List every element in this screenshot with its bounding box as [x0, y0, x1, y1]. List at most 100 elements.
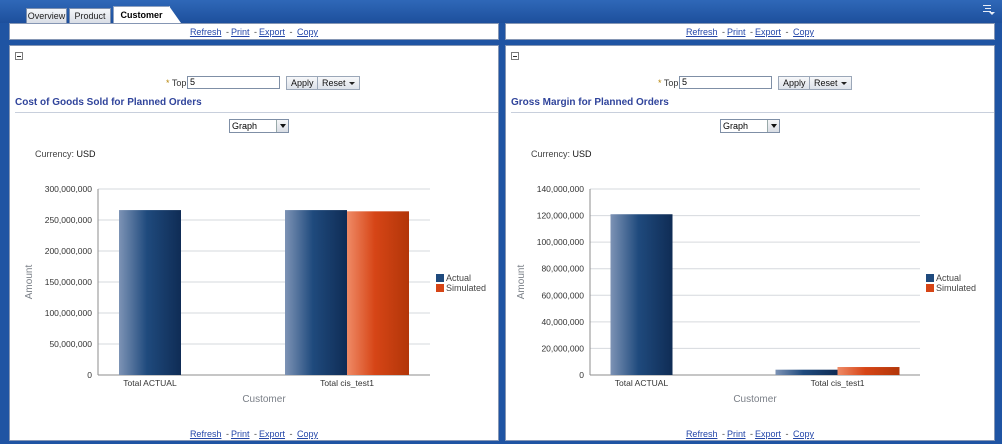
- y-tick-label: 140,000,000: [537, 184, 585, 194]
- top-n-input[interactable]: 5: [679, 76, 772, 89]
- link-separator: -: [721, 429, 725, 439]
- bar-actual[interactable]: [119, 210, 181, 375]
- y-tick-label: 200,000,000: [45, 246, 93, 256]
- x-axis-title: Customer: [733, 394, 777, 405]
- bottom-links: Refresh - Print - Export - Copy: [506, 429, 994, 439]
- bar-actual[interactable]: [610, 214, 673, 375]
- export-link[interactable]: Export: [259, 429, 285, 439]
- export-link[interactable]: Export: [259, 27, 285, 37]
- refresh-link[interactable]: Refresh: [686, 27, 718, 37]
- link-separator: -: [225, 429, 229, 439]
- bar-simulated[interactable]: [837, 367, 900, 375]
- tab-overview[interactable]: Overview: [26, 8, 67, 23]
- refresh-link[interactable]: Refresh: [686, 429, 718, 439]
- currency-label: Currency: USD: [531, 149, 592, 159]
- dropdown-arrow-icon: [276, 120, 288, 132]
- link-separator: -: [785, 429, 789, 439]
- reset-button[interactable]: Reset: [317, 76, 360, 90]
- y-tick-label: 40,000,000: [541, 317, 584, 327]
- tab-bar: Overview Product Customer: [0, 0, 1002, 23]
- y-tick-label: 250,000,000: [45, 215, 93, 225]
- view-selector[interactable]: Graph: [720, 119, 780, 133]
- top-n-input[interactable]: 5: [187, 76, 280, 89]
- copy-link[interactable]: Copy: [793, 429, 814, 439]
- y-axis-title: Amount: [24, 265, 35, 300]
- chevron-down-icon: [840, 82, 847, 86]
- y-tick-label: 100,000,000: [45, 308, 93, 318]
- collapse-icon[interactable]: [511, 52, 519, 60]
- y-tick-label: 120,000,000: [537, 211, 585, 221]
- legend-item-simulated: Simulated: [926, 283, 976, 293]
- y-tick-label: 0: [579, 370, 584, 380]
- x-tick-label: Total ACTUAL: [123, 378, 177, 388]
- link-separator: -: [721, 27, 725, 37]
- gross-margin-bar-chart: 0 20,000,000 40,000,000 60,000,000 80,000,00…: [516, 184, 920, 405]
- bar-actual[interactable]: [775, 369, 838, 375]
- link-separator: -: [254, 27, 257, 37]
- apply-button[interactable]: Apply: [778, 76, 811, 90]
- print-link[interactable]: Print: [231, 27, 250, 37]
- top-label: * Top: [658, 78, 679, 88]
- top-n-prompt: * Top 5 Apply Reset: [10, 76, 498, 90]
- tab-corner: [169, 6, 181, 23]
- y-tick-label: 80,000,000: [541, 264, 584, 274]
- bar-simulated[interactable]: [347, 211, 409, 375]
- chart-legend: Actual Simulated: [926, 273, 976, 293]
- legend-swatch: [926, 274, 934, 282]
- currency-label: Currency: USD: [35, 149, 96, 159]
- right-top-links: Refresh - Print - Export - Copy: [506, 27, 994, 37]
- legend-item-simulated: Simulated: [436, 283, 486, 293]
- top-label: * Top: [166, 78, 187, 88]
- export-link[interactable]: Export: [755, 27, 781, 37]
- copy-link[interactable]: Copy: [297, 429, 318, 439]
- reset-button[interactable]: Reset: [809, 76, 852, 90]
- y-tick-label: 300,000,000: [45, 184, 93, 194]
- legend-item-actual: Actual: [926, 273, 976, 283]
- left-top-link-strip: Refresh - Print - Export - Copy: [9, 23, 499, 40]
- y-tick-label: 50,000,000: [49, 339, 92, 349]
- left-top-links: Refresh - Print - Export - Copy: [10, 27, 498, 37]
- view-selector[interactable]: Graph: [229, 119, 289, 133]
- y-axis-title: Amount: [516, 265, 527, 300]
- legend-swatch: [926, 284, 934, 292]
- print-link[interactable]: Print: [727, 27, 746, 37]
- copy-link[interactable]: Copy: [297, 27, 318, 37]
- y-tick-label: 60,000,000: [541, 290, 584, 300]
- y-tick-label: 100,000,000: [537, 237, 585, 247]
- export-link[interactable]: Export: [755, 429, 781, 439]
- link-separator: -: [785, 27, 789, 37]
- top-n-prompt: * Top 5 Apply Reset: [506, 76, 994, 90]
- chevron-down-icon: [348, 82, 355, 86]
- print-link[interactable]: Print: [231, 429, 250, 439]
- x-axis-title: Customer: [242, 394, 286, 405]
- link-separator: -: [750, 429, 753, 439]
- right-top-link-strip: Refresh - Print - Export - Copy: [505, 23, 995, 40]
- refresh-link[interactable]: Refresh: [190, 429, 222, 439]
- copy-link[interactable]: Copy: [793, 27, 814, 37]
- apply-button[interactable]: Apply: [286, 76, 319, 90]
- x-tick-label: Total cis_test1: [811, 378, 865, 388]
- x-tick-label: Total ACTUAL: [615, 378, 669, 388]
- bar-actual[interactable]: [285, 210, 347, 375]
- link-separator: -: [750, 27, 753, 37]
- tab-product[interactable]: Product: [69, 8, 111, 23]
- portlet-title: Cost of Goods Sold for Planned Orders: [15, 97, 498, 113]
- link-separator: -: [289, 429, 293, 439]
- legend-item-actual: Actual: [436, 273, 486, 283]
- link-separator: -: [289, 27, 293, 37]
- x-tick-label: Total cis_test1: [320, 378, 374, 388]
- y-tick-label: 0: [87, 370, 92, 380]
- left-portlet: * Top 5 Apply Reset Cost of Goods Sold f…: [9, 45, 499, 441]
- cogs-bar-chart: 0 50,000,000 100,000,000 150,000,000 200,000…: [24, 184, 430, 405]
- print-link[interactable]: Print: [727, 429, 746, 439]
- link-separator: -: [254, 429, 257, 439]
- collapse-icon[interactable]: [15, 52, 23, 60]
- dropdown-arrow-icon: [767, 120, 779, 132]
- page-options-icon[interactable]: [983, 5, 995, 15]
- portlet-title: Gross Margin for Planned Orders: [511, 97, 994, 113]
- right-portlet: * Top 5 Apply Reset Gross Margin for Pla…: [505, 45, 995, 441]
- tab-customer[interactable]: Customer: [113, 6, 170, 23]
- refresh-link[interactable]: Refresh: [190, 27, 222, 37]
- bottom-links: Refresh - Print - Export - Copy: [10, 429, 498, 439]
- link-separator: -: [225, 27, 229, 37]
